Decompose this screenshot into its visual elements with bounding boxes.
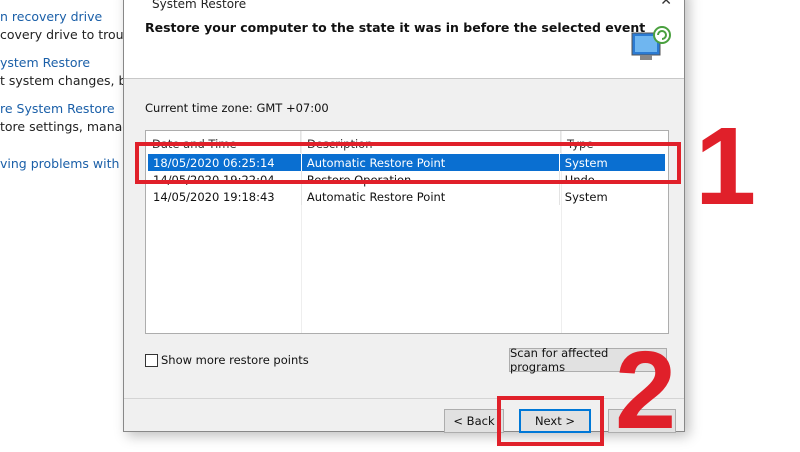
back-button[interactable]: < Back (444, 409, 504, 433)
highlight-box-step2 (497, 396, 604, 446)
desc-configure: tore settings, manage d (0, 119, 124, 134)
dialog-heading: Restore your computer to the state it wa… (145, 20, 646, 35)
show-more-checkbox[interactable]: Show more restore points (145, 353, 309, 367)
cell-description: Automatic Restore Point (302, 188, 560, 205)
highlight-box-step1 (135, 142, 681, 184)
close-icon[interactable]: ✕ (660, 0, 672, 9)
link-configure-system-restore[interactable]: re System Restore (0, 101, 115, 116)
step-number-2: 2 (615, 329, 677, 452)
cell-date: 14/05/2020 19:18:43 (148, 188, 302, 205)
title-bar: System Restore ✕ (124, 0, 684, 13)
step-number-1: 1 (695, 105, 757, 228)
system-restore-dialog: System Restore ✕ Restore your computer t… (123, 0, 685, 433)
dialog-title: System Restore (152, 0, 247, 11)
link-open-system-restore[interactable]: ystem Restore (0, 55, 90, 70)
table-row[interactable]: 14/05/2020 19:18:43 Automatic Restore Po… (148, 188, 666, 205)
timezone-label: Current time zone: GMT +07:00 (145, 101, 329, 115)
control-panel-background: n recovery drive covery drive to trouble… (0, 0, 124, 450)
link-create-recovery-drive[interactable]: n recovery drive (0, 9, 102, 24)
desc-recovery-drive: covery drive to troubles (0, 27, 124, 42)
desc-system-restore: t system changes, but (0, 73, 124, 88)
dialog-header: Restore your computer to the state it wa… (124, 13, 684, 79)
cell-type: System (564, 190, 608, 204)
show-more-label: Show more restore points (161, 353, 309, 367)
link-troubleshoot[interactable]: ving problems with you (0, 156, 124, 171)
system-restore-icon (631, 26, 671, 60)
checkbox-box[interactable] (145, 353, 158, 367)
